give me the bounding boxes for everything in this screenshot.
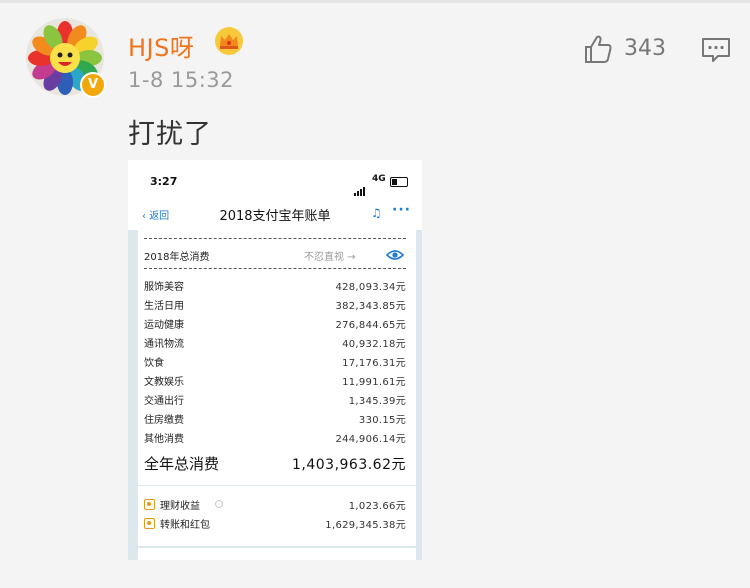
category-amount: 11,991.61元 bbox=[342, 377, 406, 388]
category-amount: 276,844.65元 bbox=[335, 320, 406, 331]
post-text: 打扰了 bbox=[128, 119, 212, 150]
more-icon: ··· bbox=[392, 202, 411, 218]
dashed-divider bbox=[144, 268, 406, 269]
category-name: 生活日用 bbox=[144, 301, 184, 312]
category-amount: 428,093.34元 bbox=[335, 282, 406, 293]
category-name: 服饰美容 bbox=[144, 282, 184, 293]
category-amount: 17,176.31元 bbox=[342, 358, 406, 369]
eye-icon bbox=[386, 250, 404, 260]
receipt-cut-card bbox=[138, 548, 416, 560]
username[interactable]: HJS呀 bbox=[128, 28, 194, 63]
category-name: 运动健康 bbox=[144, 320, 184, 331]
extra-amount: 1,023.66元 bbox=[348, 501, 406, 512]
category-amount: 244,906.14元 bbox=[335, 434, 406, 445]
status-time: 3:27 bbox=[150, 175, 178, 188]
battery-icon bbox=[390, 177, 408, 187]
dashed-divider bbox=[144, 238, 406, 239]
extra-amount: 1,629,345.38元 bbox=[325, 520, 406, 531]
category-name: 其他消费 bbox=[144, 434, 184, 445]
category-name: 通讯物流 bbox=[144, 339, 184, 350]
extra-label: 理财收益 bbox=[160, 501, 200, 512]
category-name: 交通出行 bbox=[144, 396, 184, 407]
wealth-icon bbox=[144, 499, 155, 510]
verified-badge-icon: V bbox=[80, 72, 106, 98]
phone-status-bar: 3:27 4G bbox=[128, 160, 422, 200]
music-icon: ♫ bbox=[371, 206, 382, 220]
post-timestamp: 1-8 15:32 bbox=[128, 68, 234, 92]
category-name: 住房缴费 bbox=[144, 415, 184, 426]
transfer-icon bbox=[144, 518, 155, 529]
category-amount: 330.15元 bbox=[358, 415, 406, 426]
category-amount: 382,343.85元 bbox=[335, 301, 406, 312]
top-divider bbox=[0, 0, 750, 3]
category-name: 文教娱乐 bbox=[144, 377, 184, 388]
category-amount: 1,345.39元 bbox=[348, 396, 406, 407]
thumbs-up-icon[interactable] bbox=[582, 33, 614, 65]
phone-nav-bar: ‹ 返回 2018支付宝年账单 ♫ ··· bbox=[128, 200, 422, 231]
like-count[interactable]: 343 bbox=[624, 36, 666, 61]
comment-icon[interactable] bbox=[701, 36, 731, 64]
year-total-amount: 1,403,963.62元 bbox=[291, 457, 406, 473]
signal-icon bbox=[354, 177, 366, 196]
extra-label: 转账和红包 bbox=[160, 520, 210, 531]
total-hint: 不忍直视 → bbox=[304, 252, 356, 263]
year-total-label: 全年总消费 bbox=[144, 455, 220, 473]
crown-badge-icon bbox=[215, 27, 243, 55]
info-icon bbox=[215, 500, 223, 508]
status-network: 4G bbox=[372, 174, 386, 184]
category-amount: 40,932.18元 bbox=[342, 339, 406, 350]
post-image[interactable]: 3:27 4G ‹ 返回 2018支付宝年账单 ♫ ··· 2018年总消费 不… bbox=[128, 160, 422, 560]
category-name: 饮食 bbox=[144, 358, 164, 369]
total-label: 2018年总消费 bbox=[144, 252, 210, 263]
